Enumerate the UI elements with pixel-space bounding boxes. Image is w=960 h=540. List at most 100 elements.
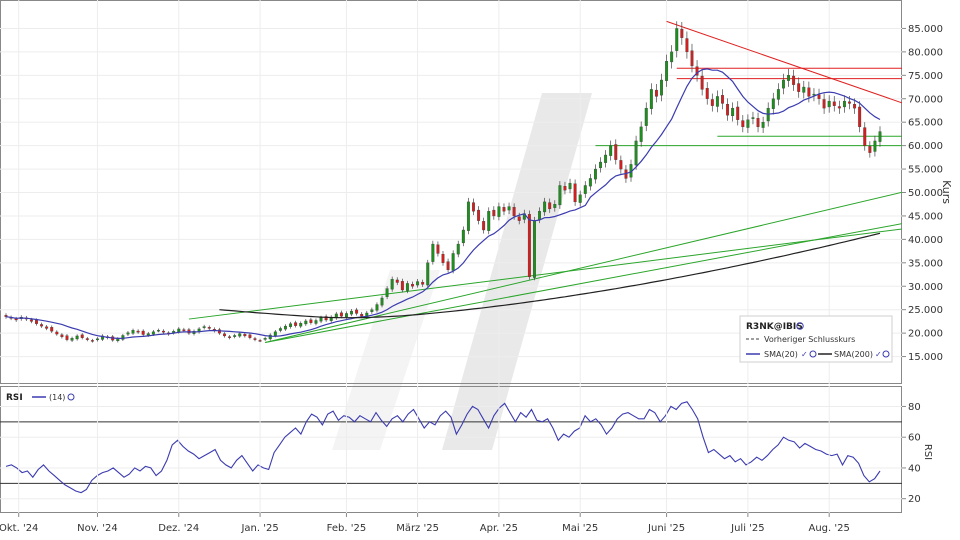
candle-up [873, 140, 877, 152]
watermark-logo-shadow [332, 270, 440, 450]
candle-down [14, 318, 18, 321]
candle-up [263, 338, 267, 340]
candle-up [233, 335, 237, 337]
candle-up [604, 154, 608, 163]
legend-sma200-check-icon[interactable]: ✓ [875, 350, 882, 359]
candle-down [248, 334, 252, 338]
rsi-settings-icon[interactable] [67, 393, 75, 401]
legend-prev-close: Vorheriger Schlusskurs [764, 335, 855, 344]
candle-up [75, 335, 79, 340]
price-tick-label: 60.000 [908, 141, 943, 152]
candle-down [685, 38, 689, 53]
candle-down [807, 87, 811, 97]
candle-down [741, 120, 745, 128]
candle-down [253, 338, 257, 340]
candle-up [304, 320, 308, 325]
candle-up [782, 79, 785, 89]
rsi-tick-label: 40 [908, 463, 921, 474]
candle-up [533, 220, 536, 278]
candle-down [512, 207, 516, 217]
candle-down [228, 336, 232, 338]
candle-up [238, 333, 242, 337]
candle-up [466, 201, 470, 231]
legend-symbol: R3NK@IBIS [746, 322, 803, 332]
candle-down [863, 127, 867, 146]
candle-up [644, 107, 648, 126]
legend-sma20-check-icon[interactable]: ✓ [801, 350, 808, 359]
candle-down [90, 340, 94, 342]
candle-down [35, 320, 38, 324]
candle-down [502, 207, 506, 212]
candle-up [507, 206, 511, 211]
candle-up [731, 107, 735, 117]
candle-up [273, 331, 277, 336]
price-tick-label: 50.000 [908, 188, 943, 199]
candle-down [136, 330, 140, 333]
candle-up [670, 51, 674, 63]
candle-down [50, 327, 54, 332]
legend-sma200: SMA(200) [834, 350, 873, 359]
candle-up [538, 211, 541, 220]
rsi-title: RSI [6, 393, 23, 403]
candle-up [431, 243, 435, 262]
candle-up [156, 330, 160, 332]
candle-up [146, 333, 150, 336]
candle-down [563, 186, 567, 191]
candle-up [314, 320, 318, 324]
x-tick-label: Juni '25 [647, 523, 685, 534]
rsi-period: (14) [49, 393, 65, 402]
candle-up [543, 201, 547, 213]
x-tick-label: Mai '25 [562, 523, 598, 534]
candle-down [726, 103, 730, 116]
price-tick-label: 70.000 [908, 94, 943, 105]
candle-up [842, 100, 846, 108]
price-tick-label: 15.000 [908, 352, 943, 363]
candle-up [827, 100, 831, 108]
candle-up [116, 338, 120, 342]
candle-down [45, 326, 49, 329]
candle-up [558, 185, 562, 206]
candle-down [654, 89, 658, 97]
candle-up [487, 211, 491, 231]
candle-up [177, 328, 181, 333]
candle-down [40, 324, 44, 327]
candle-up [350, 310, 353, 315]
candle-down [60, 334, 64, 338]
price-tick-label: 25.000 [908, 305, 943, 316]
watermark-logo [442, 93, 592, 450]
candle-up [878, 131, 882, 142]
candle-down [736, 106, 740, 120]
candle-up [568, 182, 572, 190]
candle-up [299, 323, 303, 327]
candle-up [370, 309, 374, 312]
candle-down [710, 99, 714, 106]
price-tick-label: 35.000 [908, 258, 943, 269]
candle-down [705, 88, 709, 99]
candle-down [207, 327, 211, 329]
candle-down [309, 319, 313, 323]
rsi-tick-label: 80 [908, 402, 921, 413]
candle-down [792, 75, 796, 85]
candle-up [375, 304, 379, 311]
candle-up [461, 229, 465, 244]
candle-down [472, 202, 475, 212]
candle-up [634, 140, 638, 166]
candle-down [492, 209, 496, 217]
candle-up [426, 262, 430, 286]
candle-down [355, 309, 359, 314]
x-tick-label: Dez. '24 [158, 523, 199, 534]
chart-legend: R3NK@IBIS Vorheriger Schlusskurs SMA(20)… [739, 315, 893, 363]
candle-up [202, 326, 206, 328]
candle-up [284, 325, 287, 330]
candle-up [593, 168, 597, 180]
candle-down [223, 333, 226, 337]
candle-up [385, 288, 389, 297]
price-tick-label: 75.000 [908, 71, 943, 82]
candle-down [817, 94, 821, 99]
candle-up [583, 185, 587, 194]
price-ylabel: Kurs [940, 180, 953, 204]
x-tick-label: März '25 [396, 523, 439, 534]
candle-down [548, 202, 552, 210]
price-tick-label: 20.000 [908, 329, 943, 340]
candle-down [411, 283, 414, 287]
